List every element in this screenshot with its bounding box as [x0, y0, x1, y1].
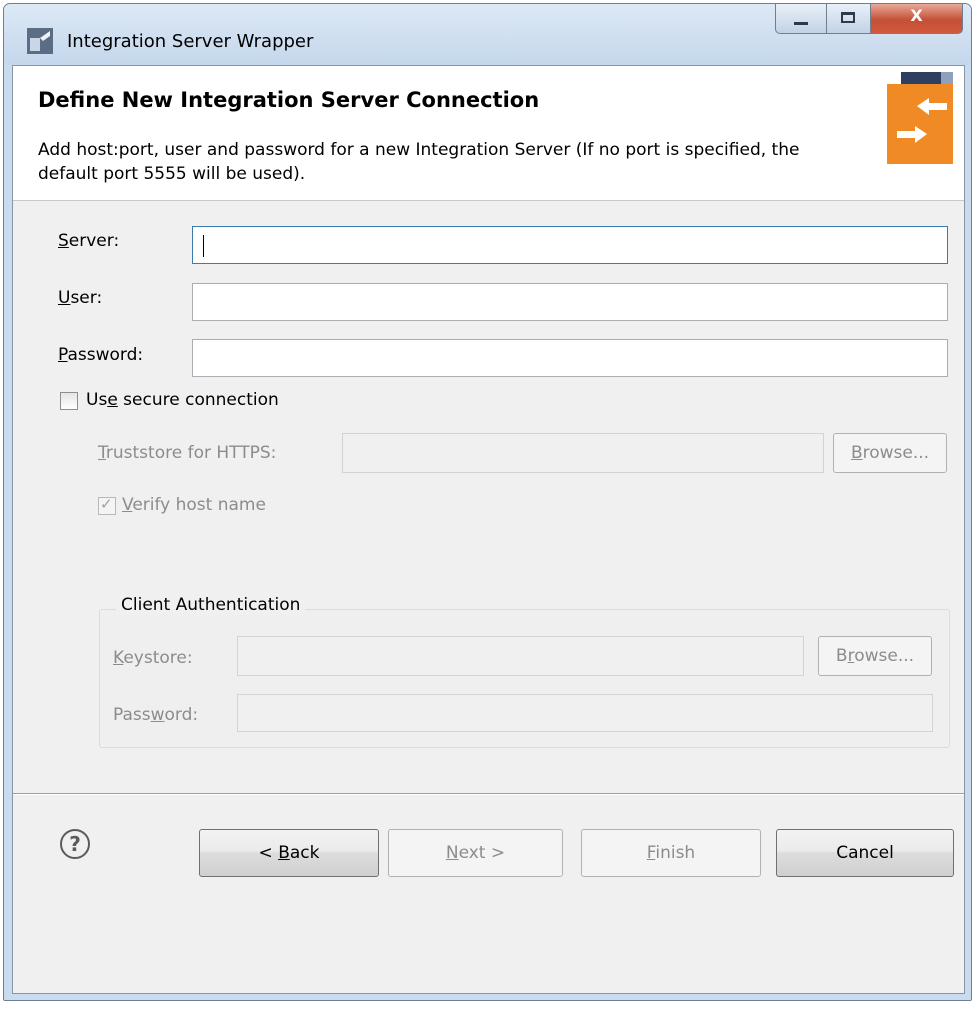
cancel-button[interactable]: Cancel: [776, 829, 954, 877]
page-title: Define New Integration Server Connection: [38, 88, 540, 112]
finish-button[interactable]: Finish: [581, 829, 761, 877]
help-icon[interactable]: ?: [60, 829, 90, 859]
minimize-icon: [794, 22, 808, 25]
connection-form: Server: User: Password: Use secure conne…: [13, 201, 964, 801]
text-caret: [203, 235, 204, 257]
secure-connection-label[interactable]: Use secure connection: [86, 390, 279, 410]
app-icon: [27, 28, 53, 54]
minimize-button[interactable]: [775, 4, 827, 34]
wizard-header: Define New Integration Server Connection…: [13, 66, 964, 201]
window-controls: X: [775, 4, 963, 42]
user-input[interactable]: [192, 283, 948, 321]
verify-host-label[interactable]: Verify host name: [122, 495, 266, 515]
truststore-input[interactable]: [342, 433, 824, 473]
verify-host-checkbox[interactable]: ✓: [98, 495, 116, 515]
keystore-browse-button[interactable]: Browse...: [818, 636, 932, 676]
close-icon: X: [910, 6, 923, 25]
next-button[interactable]: Next >: [388, 829, 563, 877]
dialog-client-area: Define New Integration Server Connection…: [12, 65, 965, 994]
page-description: Add host:port, user and password for a n…: [38, 140, 800, 184]
secure-connection-checkbox[interactable]: [60, 392, 78, 410]
client-password-label: Password:: [113, 705, 199, 725]
close-button[interactable]: X: [871, 4, 963, 34]
back-button[interactable]: < Back: [199, 829, 379, 877]
connection-banner-icon: [887, 72, 953, 164]
truststore-label: Truststore for HTTPS:: [98, 443, 277, 463]
server-input[interactable]: [192, 226, 948, 264]
truststore-browse-button[interactable]: Browse...: [833, 433, 947, 473]
client-authentication-title: Client Authentication: [116, 595, 306, 615]
server-label: Server:: [58, 231, 120, 251]
client-password-input[interactable]: [237, 694, 933, 732]
footer-separator: [13, 793, 964, 795]
keystore-label: Keystore:: [113, 648, 193, 668]
keystore-input[interactable]: [237, 636, 804, 676]
password-input[interactable]: [192, 339, 948, 377]
title-bar[interactable]: Integration Server Wrapper X: [4, 4, 971, 65]
dialog-window: Integration Server Wrapper X Define New …: [3, 3, 972, 1001]
checkmark-icon: ✓: [100, 495, 113, 513]
maximize-icon: [841, 12, 855, 23]
user-label: User:: [58, 288, 103, 308]
client-authentication-group: Client Authentication Keystore: Browse..…: [99, 595, 950, 748]
maximize-button[interactable]: [827, 4, 871, 34]
window-title: Integration Server Wrapper: [67, 31, 314, 52]
password-label: Password:: [58, 345, 144, 365]
